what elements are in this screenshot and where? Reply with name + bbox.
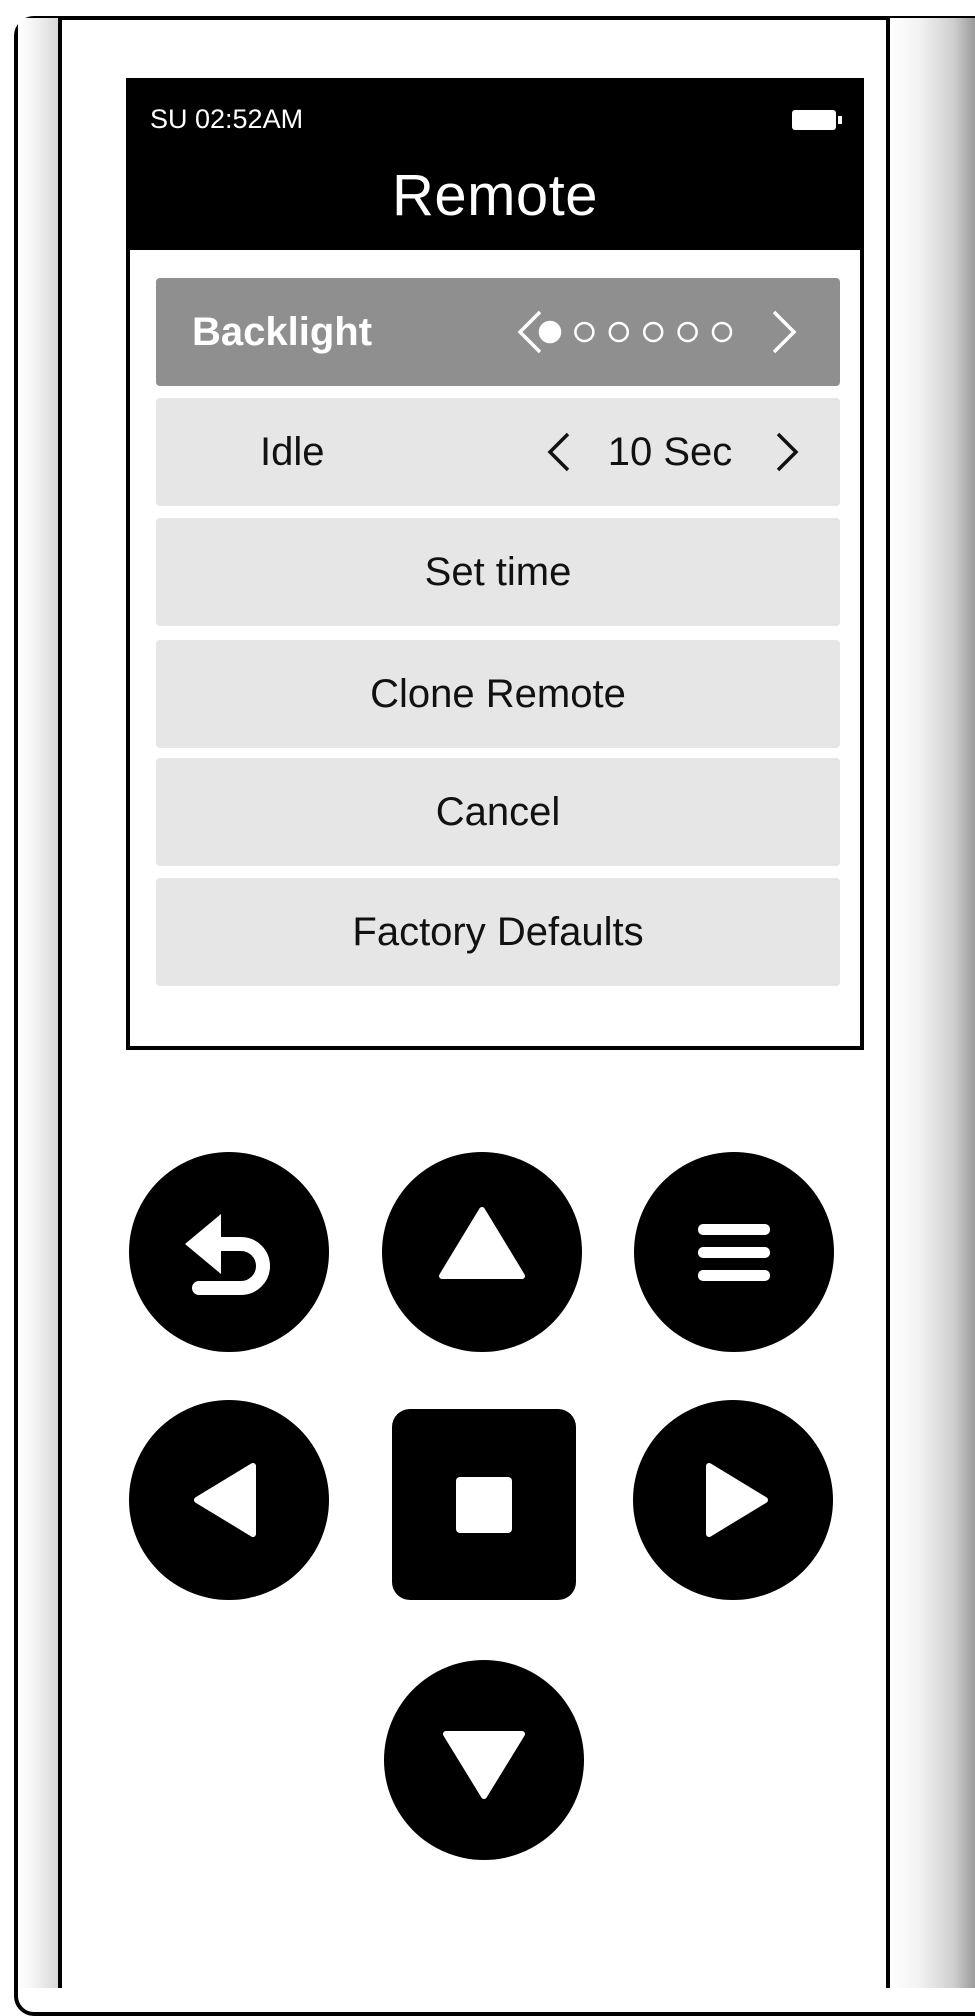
backlight-level-indicator <box>538 320 733 344</box>
backlight-dot-empty <box>711 321 733 343</box>
menu-item-idle[interactable]: Idle 10 Sec <box>156 398 840 506</box>
down-arrow-icon <box>443 1731 525 1799</box>
clock: SU 02:52AM <box>150 104 304 134</box>
back-button[interactable] <box>129 1152 329 1352</box>
menu-icon <box>698 1224 770 1281</box>
idle-value: 10 Sec <box>607 430 733 474</box>
up-arrow-icon <box>439 1207 525 1279</box>
menu-item-set-time[interactable]: Set time <box>156 518 840 626</box>
factory-defaults-label: Factory Defaults <box>352 910 644 954</box>
set-time-label: Set time <box>424 550 572 594</box>
up-button[interactable] <box>382 1152 582 1352</box>
device-left-rail <box>18 18 62 1988</box>
device-right-rail <box>886 18 975 1988</box>
menu-item-clone-remote[interactable]: Clone Remote <box>156 640 840 748</box>
ok-square-icon <box>456 1477 512 1533</box>
menu-item-backlight[interactable]: Backlight <box>156 278 840 386</box>
right-arrow-icon <box>706 1463 768 1537</box>
menu-button[interactable] <box>634 1152 834 1352</box>
backlight-dot-filled <box>538 320 562 344</box>
ok-button[interactable] <box>392 1409 576 1600</box>
menu-item-cancel[interactable]: Cancel <box>156 758 840 866</box>
screen-title: Remote <box>391 163 599 228</box>
backlight-dot-empty <box>677 321 698 343</box>
chevron-right-icon[interactable] <box>766 428 806 476</box>
clone-remote-label: Clone Remote <box>370 672 626 716</box>
chevron-right-icon[interactable] <box>764 308 804 356</box>
chevron-left-icon[interactable] <box>540 428 580 476</box>
menu-item-factory-defaults[interactable]: Factory Defaults <box>156 878 840 986</box>
remote-screen: SU 02:52AM Remote Backlight Idle 10 Sec … <box>126 78 864 1050</box>
down-button[interactable] <box>384 1660 584 1860</box>
backlight-dot-empty <box>574 321 595 343</box>
backlight-dot-empty <box>608 321 630 343</box>
back-icon <box>185 1214 270 1295</box>
status-bar: SU 02:52AM Remote <box>130 82 860 250</box>
left-arrow-icon <box>194 1463 256 1537</box>
backlight-dot-empty <box>642 321 664 343</box>
right-button[interactable] <box>633 1400 833 1600</box>
backlight-label: Backlight <box>192 310 373 354</box>
left-button[interactable] <box>129 1400 329 1600</box>
battery-icon <box>792 110 842 130</box>
cancel-label: Cancel <box>435 790 561 834</box>
idle-label: Idle <box>260 430 325 474</box>
